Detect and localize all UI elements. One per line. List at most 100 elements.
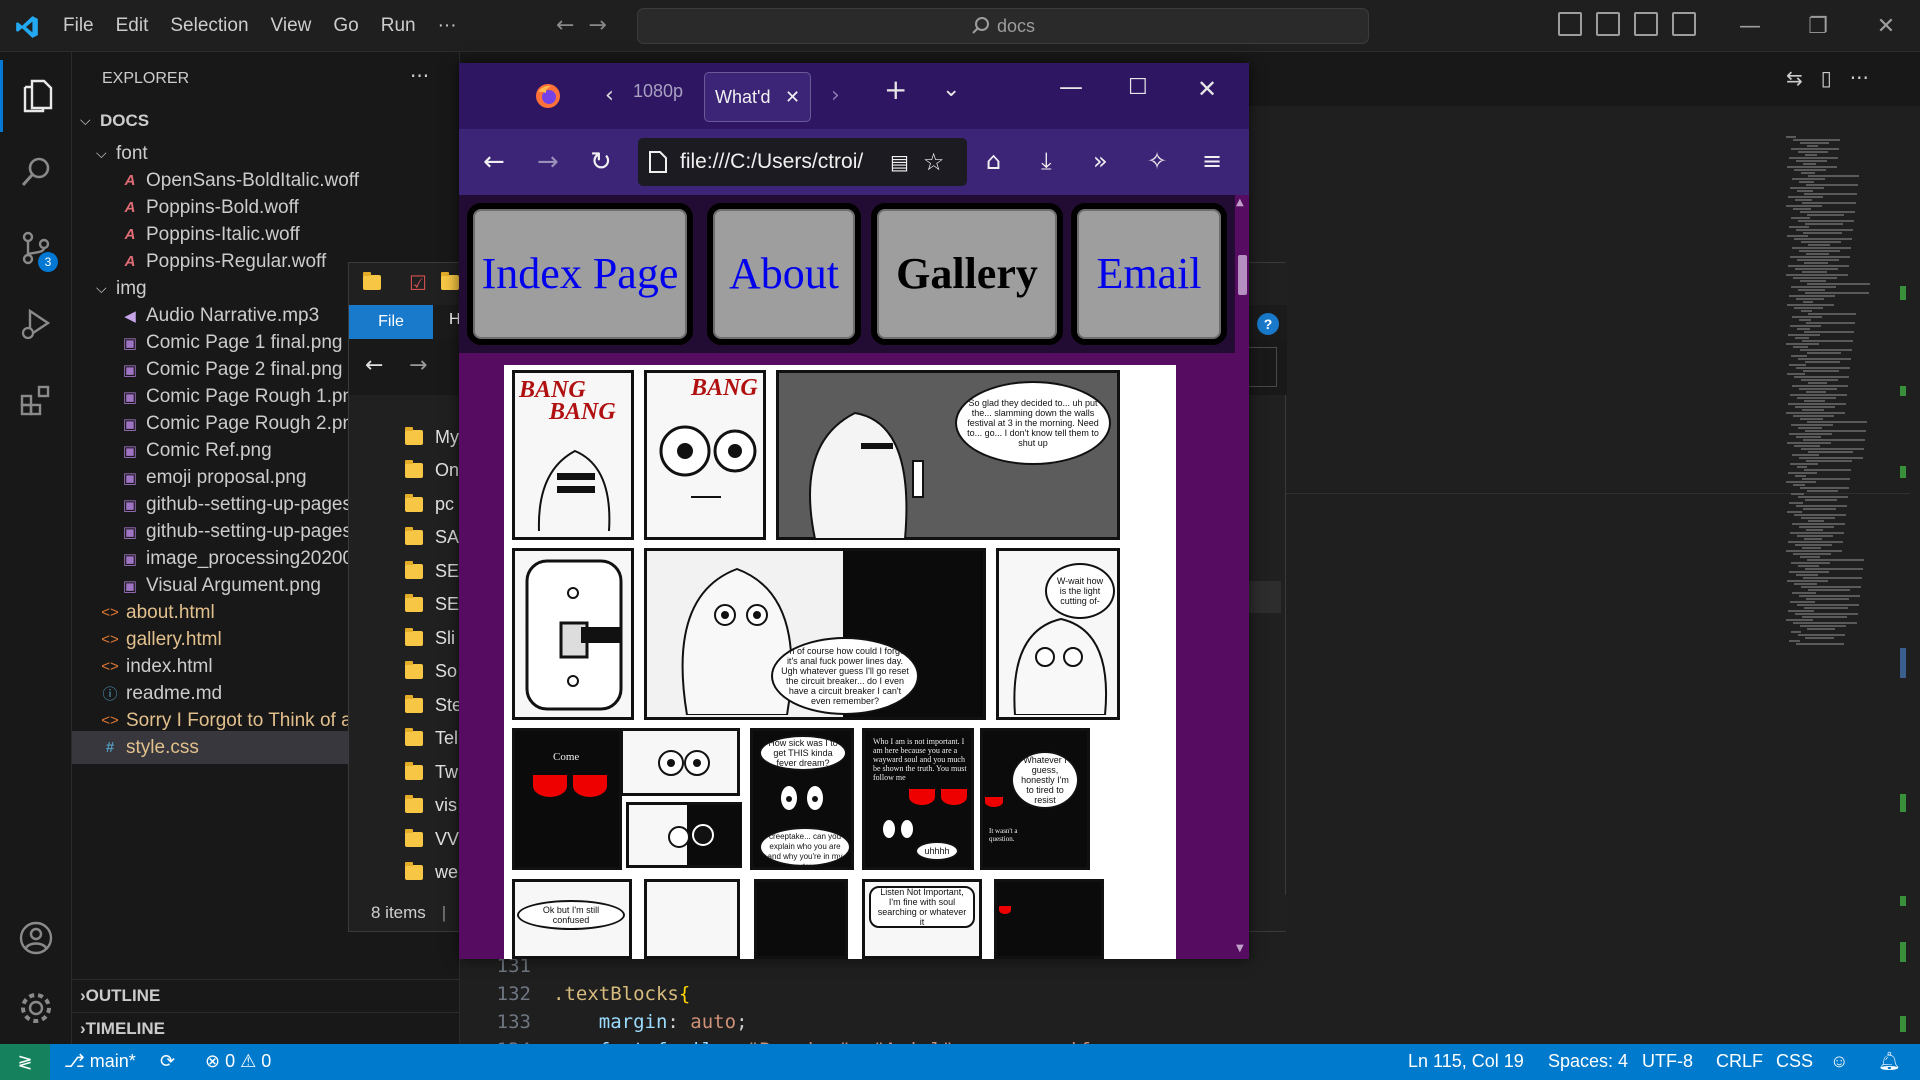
minimap-line [1797, 535, 1833, 537]
minimap-line [1792, 178, 1825, 180]
minimize-icon[interactable]: — [1716, 0, 1784, 52]
scroll-down-icon[interactable]: ▼ [1236, 943, 1244, 954]
minimap[interactable] [1786, 136, 1896, 656]
nav-gallery[interactable]: Gallery [871, 203, 1063, 345]
ff-extensions-icon[interactable]: ✧ [1147, 147, 1167, 175]
menu-edit[interactable]: Edit [105, 15, 160, 37]
command-center-search[interactable]: docs [637, 8, 1369, 44]
tab-close-icon[interactable]: ✕ [785, 87, 800, 108]
branch-status[interactable]: ⎇ main* [64, 1051, 136, 1072]
search-icon[interactable] [0, 136, 72, 208]
url-bar[interactable]: file:///C:/Users/ctroi/ ▤ ☆ [638, 138, 967, 186]
explorer-more-icon[interactable]: ··· [410, 64, 429, 88]
code-line[interactable]: 132 .textBlocks{ [460, 983, 1760, 1011]
more-actions-icon[interactable]: ··· [1850, 66, 1869, 90]
folder-row[interactable]: we [405, 855, 458, 891]
ff-home-icon[interactable]: ⌂ [986, 147, 1001, 175]
ff-maximize-icon[interactable]: ☐ [1128, 75, 1148, 100]
folder-row[interactable]: On [405, 453, 459, 489]
account-icon[interactable] [0, 902, 72, 974]
back-arrow-icon[interactable]: ← [365, 353, 383, 378]
code-line[interactable]: 131 [460, 955, 1760, 983]
reader-view-icon[interactable]: ▤ [890, 150, 909, 174]
bookmark-star-icon[interactable]: ☆ [923, 148, 945, 176]
settings-gear-icon[interactable] [0, 972, 72, 1044]
ff-minimize-icon[interactable]: — [1059, 73, 1083, 101]
tab-active[interactable]: What'd ✕ [704, 72, 811, 122]
toggle-primary-sidebar-icon[interactable] [1558, 12, 1582, 36]
remote-indicator-icon[interactable]: ≷ [0, 1044, 50, 1080]
folder-row[interactable]: Ste [405, 687, 462, 723]
folder-row[interactable]: SE [405, 553, 459, 589]
folder-row[interactable]: So [405, 654, 457, 690]
timeline-section[interactable]: › TIMELINE [72, 1012, 460, 1045]
indentation[interactable]: Spaces: 4 [1548, 1051, 1628, 1072]
nav-email[interactable]: Email [1071, 203, 1227, 345]
editor-scrollbar[interactable] [1900, 136, 1908, 1036]
tree-item-label: about.html [126, 601, 215, 623]
extensions-icon[interactable] [0, 364, 72, 436]
scroll-thumb[interactable] [1238, 255, 1247, 295]
sync-icon[interactable]: ⟳ [160, 1051, 175, 1072]
ff-close-icon[interactable]: ✕ [1197, 75, 1217, 103]
explorer-icon[interactable] [0, 60, 72, 132]
folder-row[interactable]: My [405, 419, 459, 455]
ff-reload-icon[interactable]: ↻ [590, 147, 612, 177]
webpage-scrollbar[interactable]: ▲ ▼ [1235, 195, 1249, 959]
ff-downloads-icon[interactable]: ⤓ [1041, 147, 1052, 175]
cursor-position[interactable]: Ln 115, Col 19 [1408, 1051, 1524, 1072]
restore-icon[interactable]: ❐ [1784, 0, 1852, 52]
forward-arrow-icon[interactable]: → [409, 353, 427, 378]
ff-menu-icon[interactable]: ≡ [1202, 147, 1222, 175]
nav-back-forward[interactable]: ←→ [556, 13, 621, 38]
code-line[interactable]: 133 margin: auto; [460, 1011, 1760, 1039]
menu-view[interactable]: View [260, 15, 323, 37]
compare-changes-icon[interactable]: ⇆ [1786, 66, 1803, 90]
problems-status[interactable]: ⊗ 0 ⚠ 0 [205, 1051, 271, 1072]
menu-more[interactable]: ··· [427, 15, 468, 37]
ff-overflow-icon[interactable]: » [1093, 147, 1108, 175]
ff-forward-icon[interactable]: → [537, 147, 559, 177]
nav-index-page[interactable]: Index Page [467, 203, 693, 345]
notifications-bell-icon[interactable]: 🔔︎ [1878, 1051, 1901, 1072]
customize-layout-icon[interactable] [1672, 12, 1696, 36]
folder-row[interactable]: SA [405, 520, 459, 556]
tab-1080p[interactable]: 1080p [633, 81, 683, 102]
end-of-line[interactable]: CRLF [1716, 1051, 1763, 1072]
folder-row[interactable]: Sli [405, 620, 455, 656]
ff-back-icon[interactable]: ← [483, 147, 505, 177]
minimap-line [1800, 487, 1849, 489]
scroll-up-icon[interactable]: ▲ [1236, 197, 1244, 208]
language-mode[interactable]: CSS [1776, 1051, 1813, 1072]
list-tabs-chevron-icon[interactable]: ⌄ [942, 77, 960, 102]
tab-scroll-left-icon[interactable]: ‹ [605, 83, 614, 108]
encoding[interactable]: UTF-8 [1642, 1051, 1693, 1072]
menu-selection[interactable]: Selection [159, 15, 259, 37]
menu-run[interactable]: Run [370, 15, 427, 37]
folder-row[interactable]: VV [405, 821, 459, 857]
folder-row[interactable]: pc [405, 486, 454, 522]
tree-root-docs[interactable]: ⌵ DOCS [72, 104, 460, 137]
toggle-secondary-sidebar-icon[interactable] [1634, 12, 1658, 36]
folder-row[interactable]: Tw [405, 754, 458, 790]
font-file-icon: A [124, 226, 136, 243]
feedback-icon[interactable]: ☺ [1830, 1051, 1848, 1072]
tree-item-label: image_processing2020040 [146, 547, 375, 569]
toggle-panel-icon[interactable] [1596, 12, 1620, 36]
ribbon-file-tab[interactable]: File [349, 305, 433, 339]
folder-row[interactable]: Tel [405, 721, 458, 757]
folder-row[interactable]: vis [405, 788, 457, 824]
menu-file[interactable]: File [52, 15, 105, 37]
folder-row[interactable]: SE [405, 587, 459, 623]
source-control-icon[interactable]: 3 [0, 212, 72, 284]
new-tab-icon[interactable]: + [884, 73, 907, 106]
editor-actions: ⇆ ▯ ··· [1786, 66, 1869, 90]
run-debug-icon[interactable] [0, 288, 72, 360]
help-icon[interactable]: ? [1257, 313, 1279, 335]
split-editor-icon[interactable]: ▯ [1821, 66, 1832, 90]
close-icon[interactable]: ✕ [1852, 0, 1920, 52]
tab-scroll-right-icon[interactable]: › [831, 83, 840, 108]
outline-section[interactable]: › OUTLINE [72, 979, 460, 1012]
menu-go[interactable]: Go [322, 15, 369, 37]
nav-about[interactable]: About [707, 203, 861, 345]
